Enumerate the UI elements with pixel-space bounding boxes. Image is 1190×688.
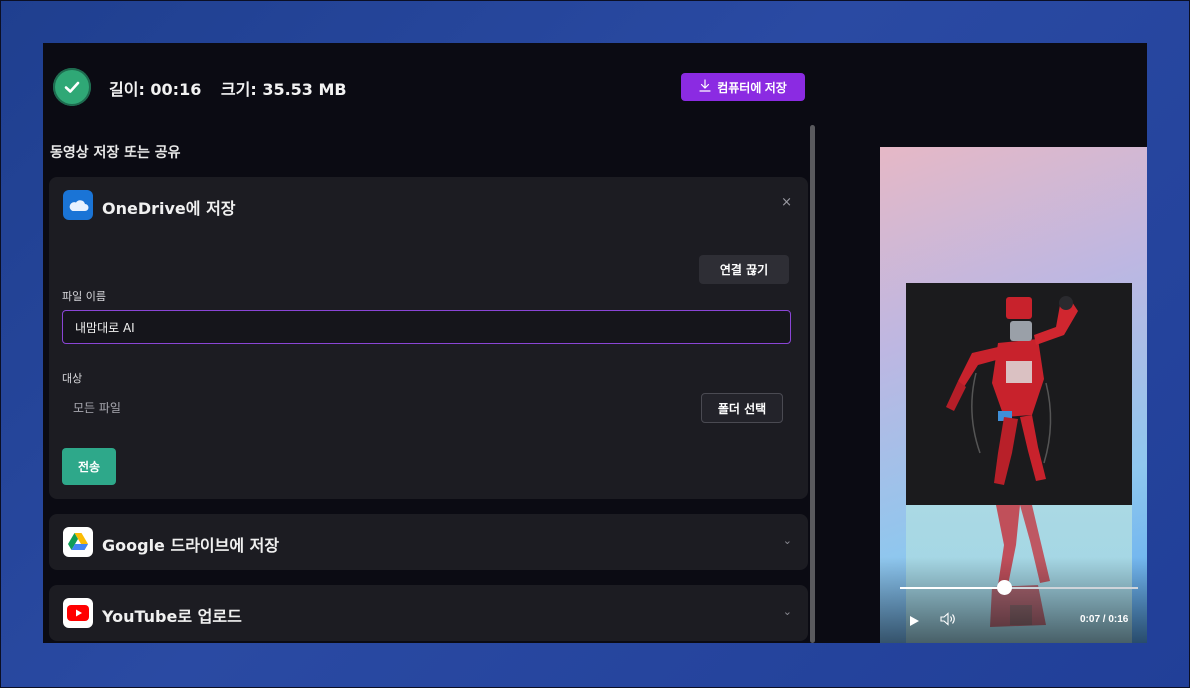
google-drive-card[interactable]: Google 드라이브에 저장 ⌄ [49,514,808,570]
video-info: 길이: 00:16 크기: 35.53 MB [109,76,361,100]
youtube-card[interactable]: YouTube로 업로드 ⌄ [49,585,808,641]
destination-label: 대상 [62,372,83,385]
send-button[interactable]: 전송 [62,448,116,485]
time-display: 0:07 / 0:16 [1080,614,1129,625]
check-circle-icon [53,68,91,106]
onedrive-cloud-icon [63,190,93,220]
save-to-computer-button[interactable]: 컴퓨터에 저장 [681,73,805,101]
video-size: 크기: 35.53 MB [220,80,347,99]
seek-progress [900,587,1005,589]
folder-select-button[interactable]: 폴더 선택 [701,393,783,423]
onedrive-title: OneDrive에 저장 [102,199,236,218]
video-frame [906,283,1132,505]
panel-scrollbar[interactable] [810,125,815,643]
close-icon[interactable]: × [781,195,792,210]
download-icon [699,79,711,95]
volume-icon[interactable] [940,611,956,630]
video-preview[interactable]: 0:07 / 0:16 [880,147,1147,643]
file-name-input[interactable] [62,310,791,344]
onedrive-card: OneDrive에 저장 × 연결 끊기 파일 이름 대상 모든 파일 폴더 선… [49,177,808,499]
chevron-down-icon[interactable]: ⌄ [783,605,792,618]
google-drive-title: Google 드라이브에 저장 [102,536,280,555]
destination-value: 모든 파일 [73,401,121,415]
play-icon[interactable] [908,612,920,631]
video-length: 길이: 00:16 [109,80,202,99]
youtube-icon [63,598,93,628]
disconnect-button[interactable]: 연결 끊기 [699,255,789,284]
player-controls [880,557,1147,643]
file-name-label: 파일 이름 [62,290,106,303]
section-title: 동영상 저장 또는 공유 [50,145,181,161]
chevron-down-icon[interactable]: ⌄ [783,534,792,547]
save-to-computer-label: 컴퓨터에 저장 [717,80,787,95]
robot-image [906,283,1132,505]
export-panel: 길이: 00:16 크기: 35.53 MB 컴퓨터에 저장 동영상 저장 또는… [43,43,1147,643]
youtube-title: YouTube로 업로드 [102,607,242,626]
google-drive-icon [63,527,93,557]
